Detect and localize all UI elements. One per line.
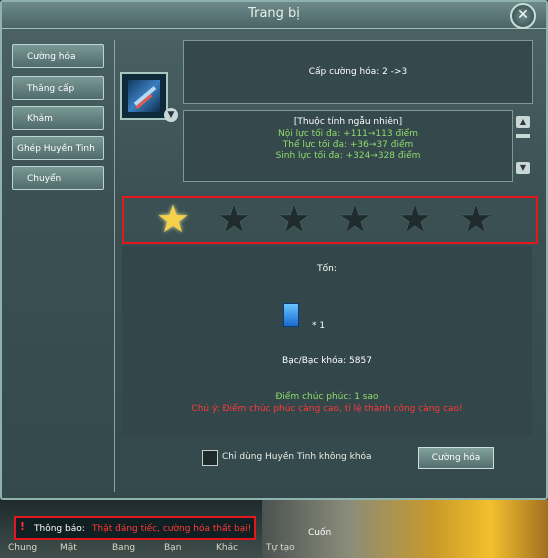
tab-bang[interactable]: Bang [112,543,135,553]
warning-note: Chú ý: Điểm chúc phúc càng cao, tỉ lệ th… [191,404,463,414]
enhance-button[interactable]: Cường hóa [418,447,494,469]
system-notice: ! Thông báo: Thật đáng tiếc, cường hóa t… [14,516,256,540]
tab-mat[interactable]: Mật [60,543,77,553]
sidebar-item-cuong-hoa[interactable]: Cường hóa [12,44,104,68]
chat-tabs: Chung Mật Bang Bạn Khác Tự tạo [8,543,308,557]
close-button[interactable]: ✕ [510,3,536,29]
unbound-only-checkbox[interactable] [202,450,218,466]
star-icon: ★ [156,197,191,241]
star-icon: ★ [459,197,494,241]
sidebar-item-thang-cap[interactable]: Thăng cấp [12,76,104,100]
level-panel: Cấp cường hóa: 2 ->3 [183,40,533,104]
gem-count: * 1 [312,321,326,331]
level-text: Cấp cường hóa: 2 ->3 [308,67,408,77]
tab-khac[interactable]: Khác [216,543,238,553]
cost-panel: Tốn: Bạc/Bạc khóa: 5857 Điểm chúc phúc: … [122,246,532,436]
silver-cost: Bạc/Bạc khóa: 5857 [282,356,372,366]
sidebar: Cường hóa Thăng cấp Khảm Ghép Huyền Tinh… [8,40,112,490]
chevron-down-icon[interactable]: ▼ [164,108,178,122]
alert-icon: ! [20,520,26,533]
tab-ban[interactable]: Bạn [164,543,181,553]
scroll-thumb[interactable] [516,134,530,138]
attributes-scrollbar[interactable]: ▲ ▼ [514,110,532,180]
notice-text: Thật đáng tiếc, cường hóa thất bại! [92,524,252,534]
attribute-line: Thể lực tối đa: +36→37 điểm [282,140,414,150]
star-icon: ★ [217,197,252,241]
divider [114,40,115,492]
tab-tu-tao[interactable]: Tự tạo [266,543,295,553]
sidebar-item-ghep-huyen-tinh[interactable]: Ghép Huyền Tinh [12,136,104,160]
sidebar-item-chuyen[interactable]: Chuyển [12,166,104,190]
sidebar-item-kham[interactable]: Khảm [12,106,104,130]
checkbox-label: Chỉ dùng Huyền Tinh không khóa [222,452,372,462]
tab-chung[interactable]: Chung [8,543,37,553]
equipment-slot[interactable] [120,72,168,120]
window-title: Trang bị [248,6,300,21]
weapon-icon [128,80,160,112]
notice-label: Thông báo: [34,524,85,534]
attribute-line: Nội lực tối đa: +111→113 điểm [278,129,418,139]
star-icon: ★ [277,197,312,241]
huyen-tinh-gem-icon[interactable] [283,303,299,327]
scroll-toggle[interactable]: Cuốn [308,528,331,538]
star-icon: ★ [338,197,373,241]
scroll-down-icon[interactable]: ▼ [516,162,530,174]
cost-label: Tốn: [317,264,337,274]
enhance-stars: ★ ★ ★ ★ ★ ★ [122,196,538,244]
attribute-line: Sinh lực tối đa: +324→328 điểm [275,151,421,161]
attributes-header: [Thuộc tính ngẫu nhiên] [293,117,403,127]
scroll-up-icon[interactable]: ▲ [516,116,530,128]
star-icon: ★ [398,197,433,241]
attributes-panel: [Thuộc tính ngẫu nhiên] Nội lực tối đa: … [183,110,513,182]
blessing-points: Điểm chúc phúc: 1 sao [275,392,379,402]
title-bar[interactable]: Trang bị ✕ [2,2,546,29]
